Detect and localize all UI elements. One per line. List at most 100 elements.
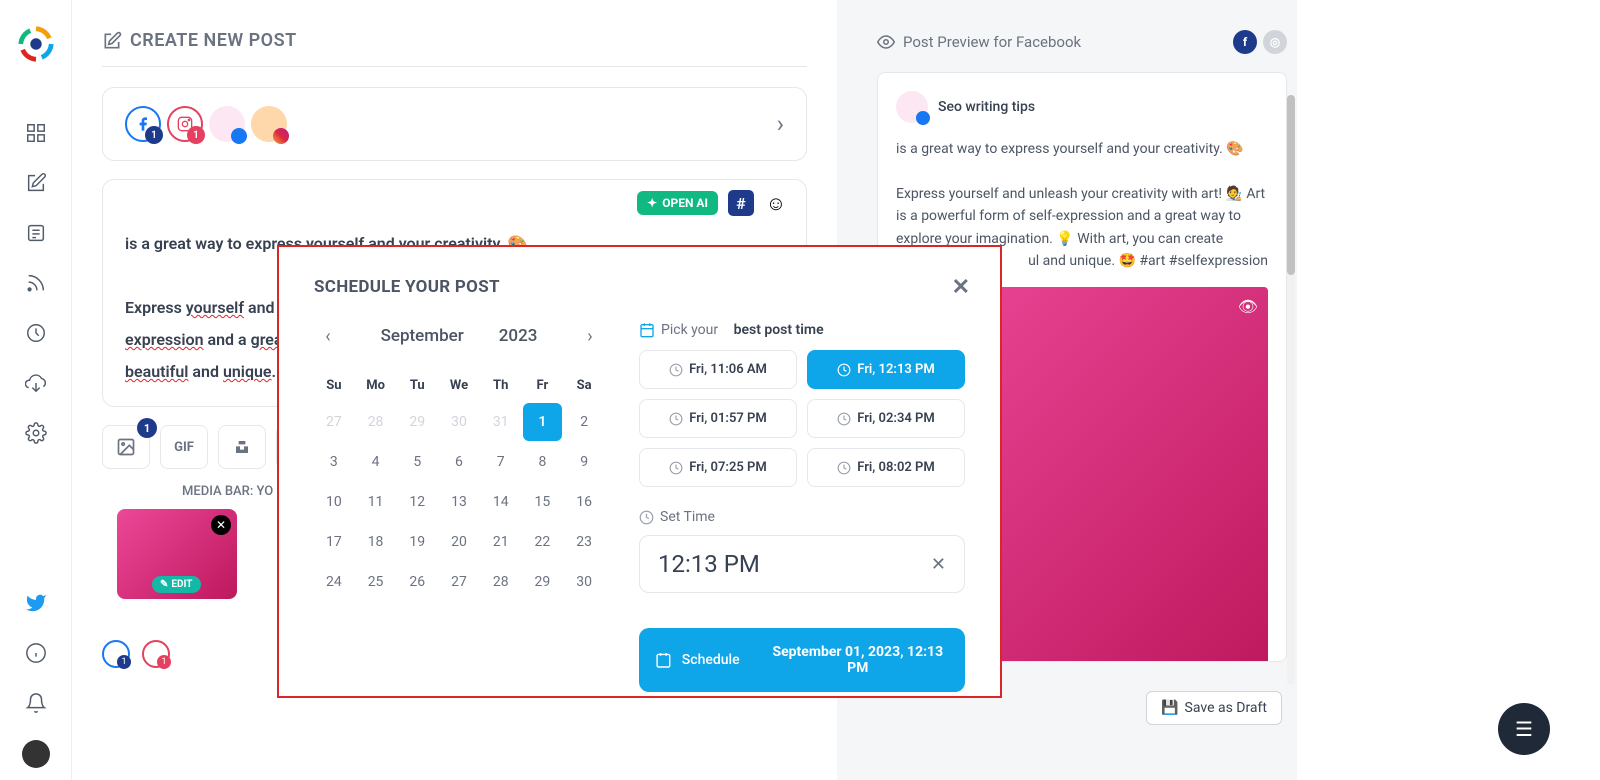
scrollbar[interactable] [1287,95,1295,685]
preview-author-name: Seo writing tips [938,99,1035,115]
bell-icon[interactable] [25,692,47,714]
cal-day[interactable]: 2 [564,403,604,441]
cal-day-header: Su [314,370,354,401]
cal-day[interactable]: 8 [523,443,563,481]
cal-day-header: Th [481,370,521,401]
calendar-month[interactable]: September [381,326,464,346]
mini-fb-account[interactable]: 1 [102,640,130,668]
prev-month-button[interactable]: ‹ [314,322,342,350]
account-badge: 1 [187,126,205,144]
time-slot[interactable]: Fri, 08:02 PM [807,448,965,487]
cal-day[interactable]: 7 [481,443,521,481]
settings-icon[interactable] [25,422,47,444]
clear-time-icon[interactable]: ✕ [931,554,946,575]
dashboard-icon[interactable] [25,122,47,144]
menu-fab[interactable]: ☰ [1498,703,1550,755]
close-icon[interactable]: ✕ [952,275,970,300]
cal-day[interactable]: 30 [564,563,604,601]
media-count-badge: 1 [137,418,157,438]
cal-day-prev[interactable]: 31 [481,403,521,441]
cal-day[interactable]: 14 [481,483,521,521]
cal-day[interactable]: 5 [397,443,437,481]
cal-day[interactable]: 9 [564,443,604,481]
accounts-card[interactable]: 1 1 › [102,87,807,161]
schedule-confirm-button[interactable]: Schedule September 01, 2023, 12:13 PM [639,628,965,692]
user-avatar[interactable] [22,740,50,768]
cal-day-header: Mo [356,370,396,401]
cal-day[interactable]: 27 [439,563,479,601]
cal-day[interactable]: 18 [356,523,396,561]
next-month-button[interactable]: › [576,322,604,350]
cal-day[interactable]: 29 [523,563,563,601]
chevron-right-icon[interactable]: › [777,110,784,138]
download-icon[interactable] [25,372,47,394]
cal-day[interactable]: 17 [314,523,354,561]
time-slot[interactable]: Fri, 02:34 PM [807,399,965,438]
news-icon[interactable] [25,222,47,244]
cal-day[interactable]: 10 [314,483,354,521]
cal-day[interactable]: 23 [564,523,604,561]
cal-day-prev[interactable]: 30 [439,403,479,441]
facebook-account[interactable]: 1 [125,106,161,142]
account-avatar-1[interactable] [209,106,245,142]
cal-day[interactable]: 1 [523,403,563,441]
eye-icon[interactable]: 👁 [1238,297,1258,316]
cal-day[interactable]: 6 [439,443,479,481]
cal-day[interactable]: 12 [397,483,437,521]
cal-day[interactable]: 24 [314,563,354,601]
cal-day[interactable]: 22 [523,523,563,561]
page-title-text: CREATE NEW POST [130,30,297,51]
image-button[interactable]: 1 [102,425,150,469]
remove-media-icon[interactable]: ✕ [211,515,231,535]
hashtag-button[interactable]: # [728,190,754,216]
cal-day[interactable]: 4 [356,443,396,481]
time-slot[interactable]: Fri, 01:57 PM [639,399,797,438]
modal-title: SCHEDULE YOUR POST [314,277,965,297]
time-slot[interactable]: Fri, 11:06 AM [639,350,797,389]
calendar-year[interactable]: 2023 [499,326,538,346]
cal-day-header: Fr [523,370,563,401]
cal-day[interactable]: 21 [481,523,521,561]
cal-day[interactable]: 28 [481,563,521,601]
cal-day[interactable]: 19 [397,523,437,561]
unsplash-button[interactable] [218,425,266,469]
preview-avatar [896,91,928,123]
gif-button[interactable]: GIF [160,425,208,469]
compose-icon[interactable] [25,172,47,194]
cal-day-prev[interactable]: 29 [397,403,437,441]
cal-day[interactable]: 11 [356,483,396,521]
cal-day[interactable]: 16 [564,483,604,521]
cal-day[interactable]: 13 [439,483,479,521]
openai-button[interactable]: ✦ OPEN AI [637,191,718,215]
cal-day-header: Tu [397,370,437,401]
time-value: 12:13 PM [658,550,760,578]
save-draft-button[interactable]: 💾 Save as Draft [1146,691,1282,725]
account-avatar-2[interactable] [251,106,287,142]
page-title: CREATE NEW POST [102,30,807,67]
cal-day[interactable]: 26 [397,563,437,601]
mini-ig-account[interactable]: 1 [142,640,170,668]
instagram-account[interactable]: 1 [167,106,203,142]
cal-day[interactable]: 15 [523,483,563,521]
cal-day[interactable]: 20 [439,523,479,561]
preview-ig-icon[interactable]: ◎ [1263,30,1287,54]
emoji-button[interactable]: ☺ [764,191,788,215]
media-thumbnail[interactable]: ✕ ✎ EDIT [117,509,237,599]
time-slot[interactable]: Fri, 12:13 PM [807,350,965,389]
account-badge: 1 [145,126,163,144]
edit-media-button[interactable]: ✎ EDIT [152,576,201,593]
info-icon[interactable] [25,642,47,664]
cal-day-prev[interactable]: 28 [356,403,396,441]
preview-header: Post Preview for Facebook f ◎ [877,30,1287,54]
cal-day-header: Sa [564,370,604,401]
cal-day-prev[interactable]: 27 [314,403,354,441]
twitter-icon[interactable] [25,592,47,614]
cal-day[interactable]: 3 [314,443,354,481]
preview-fb-icon[interactable]: f [1233,30,1257,54]
time-input[interactable]: 12:13 PM ✕ [639,535,965,593]
refresh-icon[interactable] [25,322,47,344]
time-slot[interactable]: Fri, 07:25 PM [639,448,797,487]
time-column: Pick your best post time Fri, 11:06 AMFr… [639,322,965,692]
rss-icon[interactable] [25,272,47,294]
cal-day[interactable]: 25 [356,563,396,601]
